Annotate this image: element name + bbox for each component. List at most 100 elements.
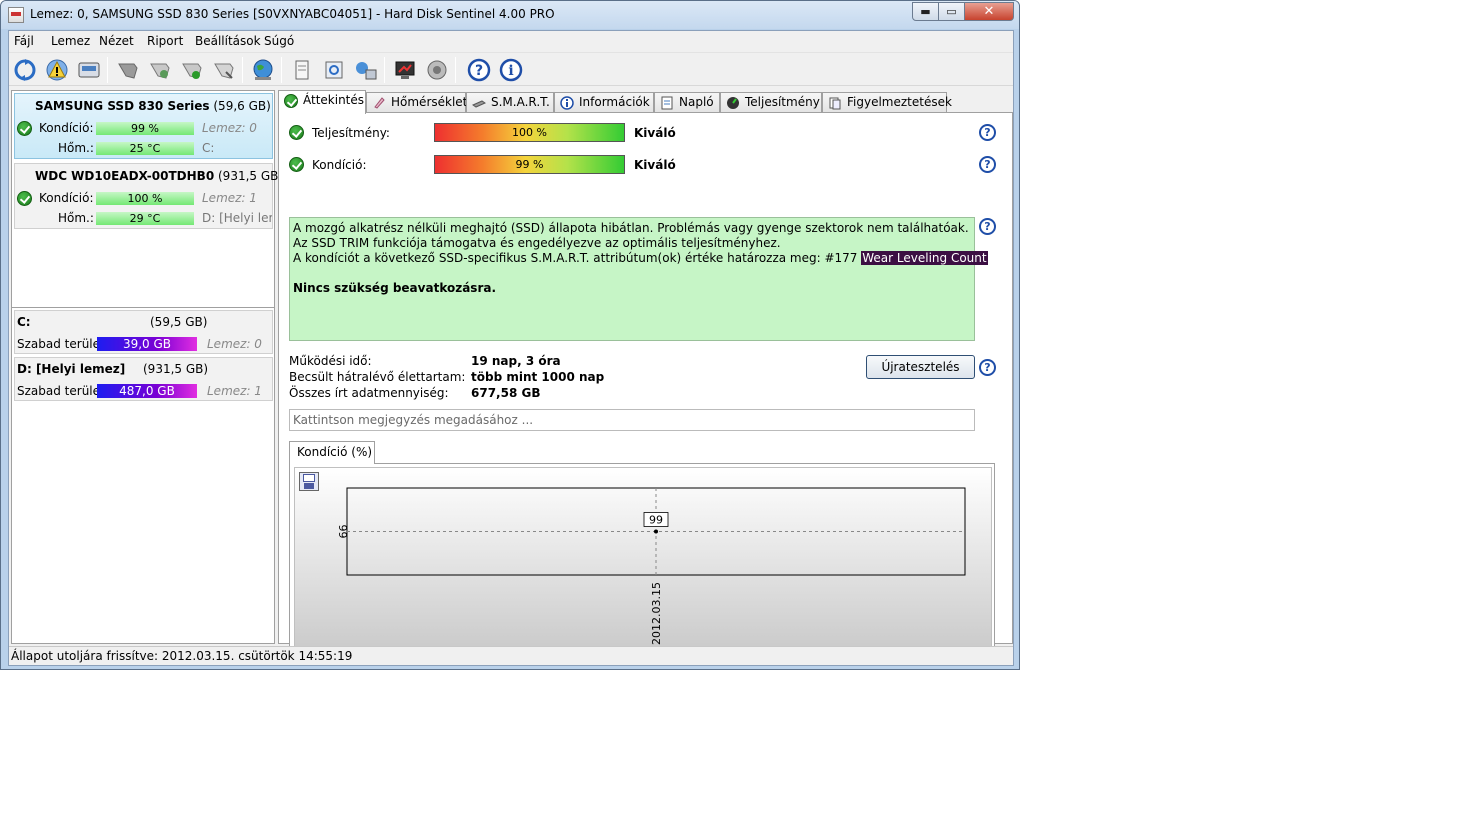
y-tick-label: 99 — [336, 525, 349, 539]
minimize-button[interactable]: ▬ — [912, 2, 939, 21]
info-line: A mozgó alkatrész nélküli meghajtó (SSD)… — [293, 221, 969, 235]
disk-item-samsung[interactable]: SAMSUNG SSD 830 Series (59,6 GB) Kondíci… — [14, 93, 273, 159]
disk-index: Lemez: 0 — [207, 337, 262, 351]
free-space-bar: 39,0 GB — [97, 337, 197, 351]
performance-label: Teljesítmény: — [312, 126, 390, 140]
log-icon — [661, 96, 673, 110]
warning-icon[interactable] — [43, 56, 71, 84]
refresh-icon[interactable] — [11, 56, 39, 84]
menu-settings[interactable]: Beállítások — [195, 34, 261, 48]
chart-tab-condition[interactable]: Kondíció (%) — [289, 441, 375, 464]
tab-label: Hőmérséklet — [391, 95, 468, 109]
tab-strip: Áttekintés Hőmérséklet S.M.A.R.T. Inform… — [278, 90, 1013, 114]
disk-item-wdc[interactable]: WDC WD10EADX-00TDHB0 (931,5 GB) Kondíció… — [14, 163, 283, 229]
partition-label: D: [Helyi leme — [202, 211, 272, 225]
status-ok-icon — [289, 125, 304, 140]
volume-size: (931,5 GB) — [143, 362, 209, 376]
tab-label: Információk — [579, 95, 650, 109]
disk-index: Lemez: 0 — [202, 121, 257, 135]
sync-icon[interactable] — [320, 56, 348, 84]
temp-label: Hőm.: — [58, 141, 94, 155]
lifetime-value: több mint 1000 nap — [471, 370, 605, 384]
comment-input[interactable]: Kattintson megjegyzés megadásához ... — [289, 409, 975, 431]
partition-label: C: — [202, 141, 215, 155]
written-label: Összes írt adatmennyiség: — [289, 386, 449, 400]
free-space-bar: 487,0 GB — [97, 384, 197, 398]
drive-add-icon[interactable] — [146, 56, 174, 84]
svg-text:i: i — [508, 63, 513, 79]
status-bar: Állapot utoljára frissítve: 2012.03.15. … — [9, 646, 1013, 665]
retest-button[interactable]: Újratesztelés — [866, 355, 975, 379]
menu-help[interactable]: Súgó — [264, 34, 294, 48]
status-ok-icon — [17, 191, 32, 206]
condition-bar: 99 % — [96, 122, 194, 135]
tab-label: S.M.A.R.T. — [491, 95, 550, 109]
volume-item-d[interactable]: D: [Helyi lemez] (931,5 GB) Szabad terül… — [14, 357, 273, 401]
action-text: Nincs szükség beavatkozásra. — [293, 281, 497, 295]
client-area: Fájl Lemez Nézet Riport Beállítások Súgó — [8, 30, 1014, 666]
menu-disk[interactable]: Lemez — [51, 34, 90, 48]
title-bar[interactable]: Lemez: 0, SAMSUNG SSD 830 Series [S0VXNY… — [1, 1, 1019, 29]
tab-alerts[interactable]: Figyelmeztetések — [822, 92, 952, 113]
lifetime-label: Becsült hátralévő élettartam: — [289, 370, 466, 384]
info-icon[interactable]: i — [497, 56, 525, 84]
close-button[interactable]: ✕ — [964, 2, 1014, 21]
status-ok-icon — [17, 121, 32, 136]
temp-label: Hőm.: — [58, 211, 94, 225]
info-line: A kondíciót a következő SSD-specifikus S… — [293, 251, 988, 266]
volume-size: (59,5 GB) — [150, 315, 208, 329]
description-help-icon[interactable]: ? — [979, 218, 996, 235]
status-description: A mozgó alkatrész nélküli meghajtó (SSD)… — [289, 217, 988, 341]
x-tick-label: 2012.03.15 — [650, 582, 663, 645]
tab-information[interactable]: Információk — [554, 92, 654, 113]
performance-bar: 100 % — [434, 123, 625, 142]
tab-label: Áttekintés — [303, 93, 365, 107]
speaker-icon[interactable] — [423, 56, 451, 84]
tab-label: Napló — [679, 95, 714, 109]
info-line: Az SSD TRIM funkciója támogatva és enged… — [293, 236, 781, 250]
condition-label: Kondíció: — [39, 191, 94, 205]
tab-overview[interactable]: Áttekintés — [278, 90, 366, 114]
free-space-label: Szabad terület — [17, 337, 105, 351]
attribute-link[interactable]: Wear Leveling Count — [861, 251, 988, 265]
drive-ok-icon[interactable] — [178, 56, 206, 84]
condition-help-icon[interactable]: ? — [979, 156, 996, 173]
volume-item-c[interactable]: C: (59,5 GB) Szabad terület 39,0 GB Leme… — [14, 310, 273, 354]
temp-bar: 29 °C — [96, 212, 194, 225]
document-icon[interactable] — [288, 56, 316, 84]
data-label: 99 — [649, 514, 663, 527]
help-icon[interactable]: ? — [465, 56, 493, 84]
retest-help-icon[interactable]: ? — [979, 359, 996, 376]
chart-background: 99 99 2012.03.15 — [294, 467, 992, 660]
toolbar-separator — [455, 57, 456, 83]
performance-help-icon[interactable]: ? — [979, 124, 996, 141]
uptime-value: 19 nap, 3 óra — [471, 354, 561, 368]
disk-title: WDC WD10EADX-00TDHB0 (931,5 GB) — [35, 169, 284, 183]
drive-tools-icon[interactable] — [210, 56, 238, 84]
uptime-label: Működési idő: — [289, 354, 372, 368]
monitor-icon[interactable] — [391, 56, 419, 84]
drive-gray-icon[interactable] — [114, 56, 142, 84]
maximize-button[interactable]: ▭ — [938, 2, 965, 21]
tab-log[interactable]: Napló — [654, 92, 720, 113]
tab-performance[interactable]: Teljesítmény — [720, 92, 822, 113]
condition-label: Kondíció: — [312, 158, 367, 172]
disk-icon[interactable] — [75, 56, 103, 84]
toolbar: ? i — [9, 52, 1013, 86]
menu-file[interactable]: Fájl — [14, 34, 34, 48]
window-title: Lemez: 0, SAMSUNG SSD 830 Series [S0VXNY… — [30, 7, 555, 21]
tab-label: Figyelmeztetések — [847, 95, 952, 109]
data-point — [654, 529, 658, 534]
info-line-text: A kondíciót a következő SSD-specifikus S… — [293, 251, 862, 265]
performance-rating: Kiváló — [634, 126, 676, 140]
toolbar-separator — [281, 57, 282, 83]
chart-frame: 99 99 2012.03.15 — [289, 463, 995, 662]
tab-temperature[interactable]: Hőmérséklet — [366, 92, 468, 113]
globe-icon[interactable] — [249, 56, 277, 84]
tab-smart[interactable]: S.M.A.R.T. — [466, 92, 554, 113]
menu-report[interactable]: Riport — [147, 34, 183, 48]
info-icon — [560, 96, 574, 110]
menu-view[interactable]: Nézet — [99, 34, 134, 48]
disk-title: SAMSUNG SSD 830 Series (59,6 GB) — [35, 99, 271, 113]
network-icon[interactable] — [352, 56, 380, 84]
